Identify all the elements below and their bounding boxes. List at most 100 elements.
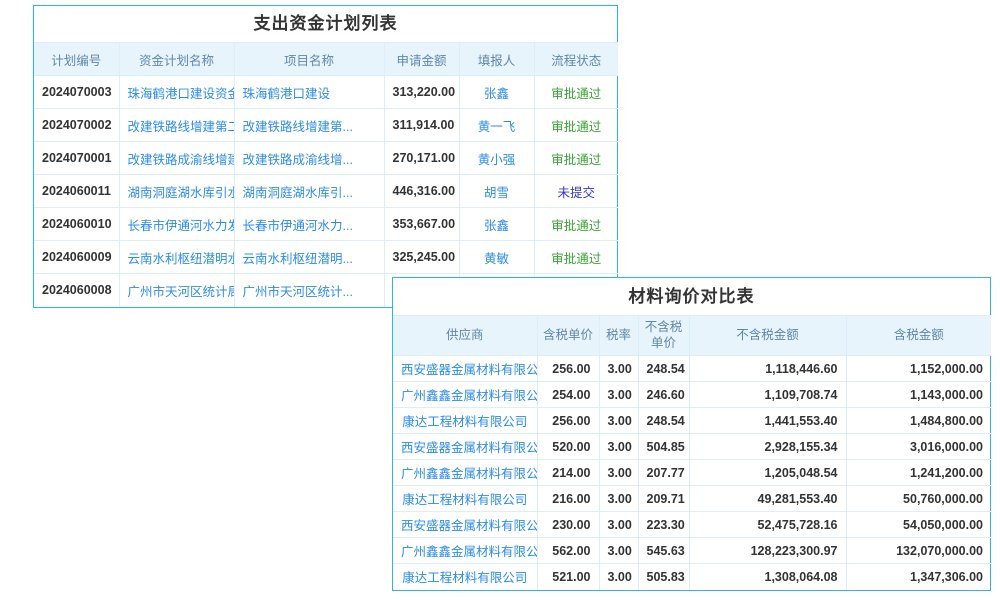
plan-table-row: 2024070003 珠海鹤港口建设资金... 珠海鹤港口建设 313,220.… [34,76,618,109]
unit-price-no-tax-cell: 209.71 [638,486,689,512]
quote-table-row: 广州鑫鑫金属材料有限公司 214.00 3.00 207.77 1,205,04… [393,460,991,486]
amount-tax-cell: 132,070,000.00 [846,538,991,564]
amount-no-tax-cell: 1,441,553.40 [689,408,846,434]
tax-rate-cell: 3.00 [599,512,638,538]
plan-table-row: 2024060011 湖南洞庭湖水库引水... 湖南洞庭湖水库引... 446,… [34,175,618,208]
project-name-link[interactable]: 广州市天河区统计... [234,274,384,307]
amount-no-tax-cell: 1,205,048.54 [689,460,846,486]
unit-price-no-tax-cell: 504.85 [638,434,689,460]
plan-name-link[interactable]: 改建铁路线增建第二... [119,109,234,142]
quote-table-row: 西安盛器金属材料有限公司 256.00 3.00 248.54 1,118,44… [393,356,991,382]
plan-id-link[interactable]: 2024070001 [34,142,119,175]
amount-cell: 446,316.00 [384,175,459,208]
amount-tax-cell: 1,484,800.00 [846,408,991,434]
plan-id-link[interactable]: 2024070003 [34,76,119,109]
plan-name-link[interactable]: 湖南洞庭湖水库引水... [119,175,234,208]
quote-table-panel: 材料询价对比表 供应商 含税单价 税率 不含税单价 不含税金额 含税金额 西安盛… [392,277,991,591]
tax-rate-cell: 3.00 [599,460,638,486]
amount-no-tax-cell: 1,118,446.60 [689,356,846,382]
supplier-link[interactable]: 康达工程材料有限公司 [393,564,537,590]
plan-name-link[interactable]: 改建铁路成渝线增建... [119,142,234,175]
unit-price-tax-cell: 214.00 [537,460,599,486]
amount-no-tax-cell: 2,928,155.34 [689,434,846,460]
column-header-tax-rate: 税率 [599,316,638,356]
supplier-link[interactable]: 广州鑫鑫金属材料有限公司 [393,460,537,486]
project-name-link[interactable]: 改建铁路线增建第... [234,109,384,142]
column-header-unit-price-no-tax: 不含税单价 [638,316,689,356]
quote-table-row: 康达工程材料有限公司 256.00 3.00 248.54 1,441,553.… [393,408,991,434]
unit-price-no-tax-cell: 248.54 [638,408,689,434]
plan-name-link[interactable]: 云南水利枢纽潜明水... [119,241,234,274]
status-badge: 审批通过 [534,208,618,241]
column-header-amount-tax: 含税金额 [846,316,991,356]
plan-table-panel: 支出资金计划列表 计划编号 资金计划名称 项目名称 申请金额 填报人 流程状态 … [33,5,618,308]
supplier-link[interactable]: 西安盛器金属材料有限公司 [393,434,537,460]
tax-rate-cell: 3.00 [599,486,638,512]
plan-id-link[interactable]: 2024060011 [34,175,119,208]
project-name-link[interactable]: 珠海鹤港口建设 [234,76,384,109]
supplier-link[interactable]: 康达工程材料有限公司 [393,408,537,434]
unit-price-tax-cell: 256.00 [537,356,599,382]
supplier-link[interactable]: 广州鑫鑫金属材料有限公司 [393,538,537,564]
reporter-cell: 胡雪 [459,175,534,208]
amount-tax-cell: 1,152,000.00 [846,356,991,382]
unit-price-no-tax-cell: 207.77 [638,460,689,486]
reporter-cell: 黄敏 [459,241,534,274]
tax-rate-cell: 3.00 [599,408,638,434]
plan-name-link[interactable]: 珠海鹤港口建设资金... [119,76,234,109]
unit-price-no-tax-cell: 246.60 [638,382,689,408]
project-name-link[interactable]: 改建铁路成渝线增... [234,142,384,175]
quote-table-row: 康达工程材料有限公司 521.00 3.00 505.83 1,308,064.… [393,564,991,590]
amount-tax-cell: 50,760,000.00 [846,486,991,512]
unit-price-tax-cell: 230.00 [537,512,599,538]
status-badge: 审批通过 [534,76,618,109]
status-badge: 审批通过 [534,109,618,142]
amount-no-tax-cell: 1,308,064.08 [689,564,846,590]
unit-price-tax-cell: 562.00 [537,538,599,564]
plan-id-link[interactable]: 2024060009 [34,241,119,274]
status-badge: 审批通过 [534,241,618,274]
quote-table-row: 广州鑫鑫金属材料有限公司 254.00 3.00 246.60 1,109,70… [393,382,991,408]
supplier-link[interactable]: 广州鑫鑫金属材料有限公司 [393,382,537,408]
plan-id-link[interactable]: 2024060010 [34,208,119,241]
supplier-link[interactable]: 康达工程材料有限公司 [393,486,537,512]
tax-rate-cell: 3.00 [599,382,638,408]
reporter-cell: 黄小强 [459,142,534,175]
amount-cell: 313,220.00 [384,76,459,109]
unit-price-no-tax-cell: 505.83 [638,564,689,590]
project-name-link[interactable]: 湖南洞庭湖水库引... [234,175,384,208]
tax-rate-cell: 3.00 [599,538,638,564]
amount-no-tax-cell: 1,109,708.74 [689,382,846,408]
plan-name-link[interactable]: 长春市伊通河水力发... [119,208,234,241]
amount-tax-cell: 1,241,200.00 [846,460,991,486]
tax-rate-cell: 3.00 [599,434,638,460]
plan-name-link[interactable]: 广州市天河区统计局... [119,274,234,307]
project-name-link[interactable]: 云南水利枢纽潜明... [234,241,384,274]
amount-tax-cell: 1,347,306.00 [846,564,991,590]
project-name-link[interactable]: 长春市伊通河水力... [234,208,384,241]
amount-cell: 353,667.00 [384,208,459,241]
unit-price-tax-cell: 520.00 [537,434,599,460]
supplier-link[interactable]: 西安盛器金属材料有限公司 [393,512,537,538]
unit-price-tax-cell: 256.00 [537,408,599,434]
plan-table-row: 2024060010 长春市伊通河水力发... 长春市伊通河水力... 353,… [34,208,618,241]
column-header-status: 流程状态 [534,43,618,76]
tax-rate-cell: 3.00 [599,564,638,590]
reporter-cell: 黄一飞 [459,109,534,142]
quote-table-row: 西安盛器金属材料有限公司 230.00 3.00 223.30 52,475,7… [393,512,991,538]
plan-id-link[interactable]: 2024070002 [34,109,119,142]
supplier-link[interactable]: 西安盛器金属材料有限公司 [393,356,537,382]
column-header-reporter: 填报人 [459,43,534,76]
amount-cell: 325,245.00 [384,241,459,274]
quote-table-title: 材料询价对比表 [393,278,990,315]
quote-table-row: 西安盛器金属材料有限公司 520.00 3.00 504.85 2,928,15… [393,434,991,460]
plan-id-link[interactable]: 2024060008 [34,274,119,307]
quote-table-row: 广州鑫鑫金属材料有限公司 562.00 3.00 545.63 128,223,… [393,538,991,564]
amount-tax-cell: 54,050,000.00 [846,512,991,538]
status-badge: 审批通过 [534,142,618,175]
unit-price-tax-cell: 216.00 [537,486,599,512]
reporter-cell: 张鑫 [459,76,534,109]
tax-rate-cell: 3.00 [599,356,638,382]
quote-table-row: 康达工程材料有限公司 216.00 3.00 209.71 49,281,553… [393,486,991,512]
reporter-cell: 张鑫 [459,208,534,241]
